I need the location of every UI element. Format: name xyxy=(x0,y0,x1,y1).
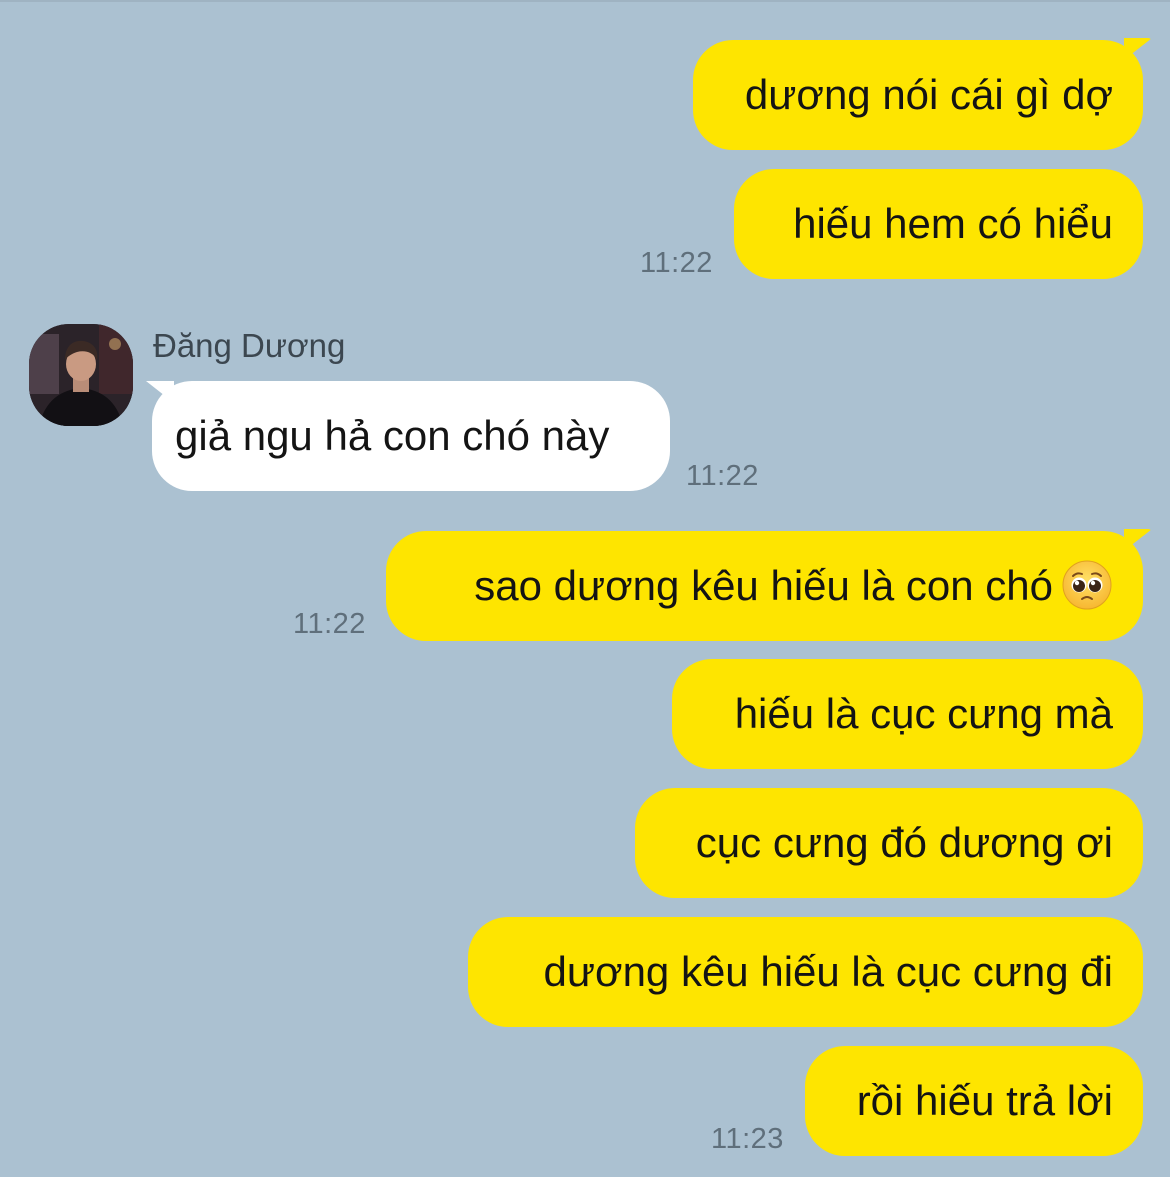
message-text: hiếu là cục cưng mà xyxy=(734,690,1113,737)
message-text: sao dương kêu hiếu là con chó xyxy=(474,562,1053,609)
my-message-bubble[interactable]: cục cưng đó dương ơi xyxy=(635,788,1143,898)
message-timestamp: 11:22 xyxy=(293,608,366,640)
message-text: dương nói cái gì dợ xyxy=(744,71,1113,118)
message-timestamp: 11:22 xyxy=(686,460,759,492)
my-message-bubble[interactable]: dương nói cái gì dợ xyxy=(693,40,1143,150)
avatar[interactable] xyxy=(29,324,133,426)
my-message-bubble[interactable]: sao dương kêu hiếu là con chó xyxy=(386,531,1143,641)
message-text: giả ngu hả con chó này xyxy=(175,412,610,459)
message-text: hiếu hem có hiểu xyxy=(793,200,1113,247)
my-message-bubble[interactable]: hiếu hem có hiểu xyxy=(734,169,1143,279)
pleading-face-emoji-icon xyxy=(1062,560,1112,610)
message-text: dương kêu hiếu là cục cưng đi xyxy=(543,948,1113,995)
sender-name: Đăng Dương xyxy=(153,327,346,364)
message-timestamp: 11:22 xyxy=(640,247,713,279)
my-message-bubble[interactable]: hiếu là cục cưng mà xyxy=(672,659,1143,769)
my-message-bubble[interactable]: rồi hiếu trả lời xyxy=(805,1046,1143,1156)
avatar-photo xyxy=(29,324,133,426)
top-divider xyxy=(0,0,1170,2)
message-timestamp: 11:23 xyxy=(711,1123,784,1155)
their-message-bubble[interactable]: giả ngu hả con chó này xyxy=(152,381,670,491)
message-text: cục cưng đó dương ơi xyxy=(695,819,1113,866)
my-message-bubble[interactable]: dương kêu hiếu là cục cưng đi xyxy=(468,917,1143,1027)
message-text: rồi hiếu trả lời xyxy=(856,1077,1113,1124)
